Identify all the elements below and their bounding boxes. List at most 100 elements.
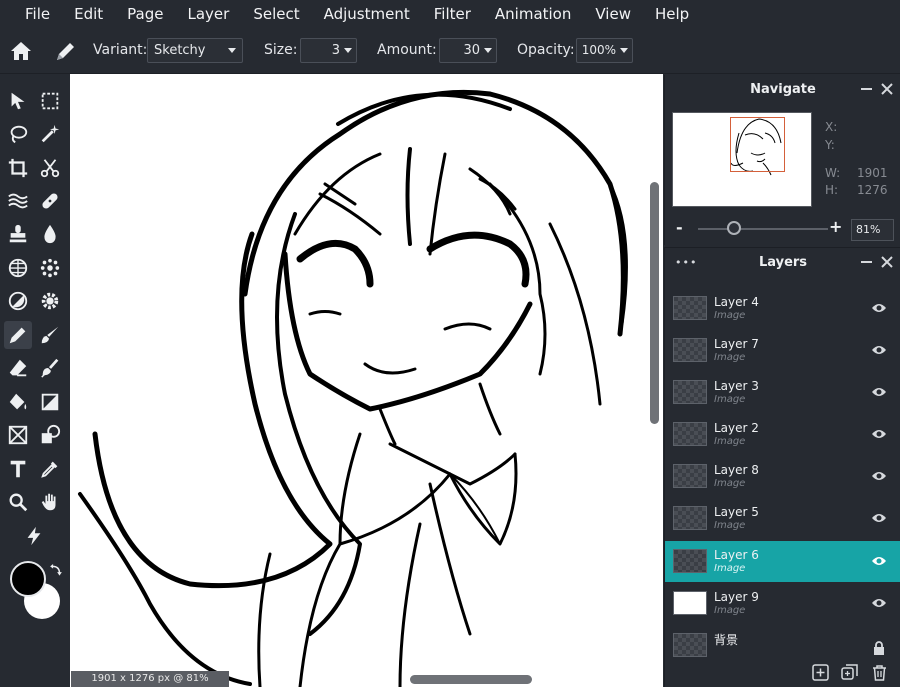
zoom-in-button[interactable]: + <box>829 217 842 236</box>
zoom-slider-handle[interactable] <box>727 221 741 235</box>
gradient-tool[interactable] <box>36 388 64 416</box>
zoom-tool[interactable] <box>4 488 32 516</box>
layer-row[interactable]: Layer 2 Image <box>665 414 900 455</box>
magic-wand-icon <box>41 124 60 143</box>
size-dropdown[interactable]: 3 <box>300 38 357 63</box>
color-picker-tool[interactable] <box>36 455 64 483</box>
close-icon[interactable] <box>881 83 893 95</box>
layer-row[interactable]: Layer 3 Image <box>665 372 900 413</box>
eye-icon[interactable] <box>871 301 887 315</box>
spot-tool[interactable] <box>36 254 64 282</box>
menu-help[interactable]: Help <box>643 0 701 28</box>
chevron-down-icon <box>228 48 236 53</box>
minimize-icon[interactable] <box>861 88 872 90</box>
gradient-icon <box>41 393 59 411</box>
zoom-out-button[interactable]: - <box>676 218 683 237</box>
lasso-tool[interactable] <box>4 120 32 148</box>
amount-label: Amount: <box>377 42 437 58</box>
text-tool[interactable] <box>4 455 32 483</box>
menu-layer[interactable]: Layer <box>176 0 242 28</box>
eye-icon[interactable] <box>871 596 887 610</box>
lock-icon[interactable] <box>871 641 887 655</box>
move-tool[interactable] <box>4 87 32 115</box>
zoom-level-input[interactable]: 81% <box>851 219 894 241</box>
shape-tool[interactable] <box>4 421 32 449</box>
h-label: H: <box>825 183 839 197</box>
swap-colors-icon[interactable] <box>49 564 63 578</box>
magic-wand-tool[interactable] <box>36 120 64 148</box>
layer-thumbnail <box>673 338 707 362</box>
h-value: 1276 <box>857 183 888 197</box>
duplicate-layer-icon[interactable] <box>841 664 858 681</box>
home-icon[interactable] <box>9 39 33 63</box>
sponge-tool[interactable] <box>4 254 32 282</box>
layer-row-selected[interactable]: Layer 6 Image <box>665 541 900 582</box>
layer-name: Layer 5 <box>714 505 759 519</box>
eye-icon[interactable] <box>871 385 887 399</box>
menu-edit[interactable]: Edit <box>62 0 115 28</box>
magic-replace-tool[interactable] <box>20 522 48 550</box>
cut-tool[interactable] <box>36 154 64 182</box>
hand-tool[interactable] <box>36 488 64 516</box>
eye-icon[interactable] <box>871 469 887 483</box>
layer-row[interactable]: Layer 5 Image <box>665 498 900 539</box>
menu-file[interactable]: File <box>0 0 62 28</box>
lasso-icon <box>10 125 28 144</box>
layer-thumbnail <box>673 296 707 320</box>
layer-thumbnail <box>673 549 707 573</box>
canvas[interactable] <box>70 74 663 687</box>
horizontal-scrollbar[interactable] <box>410 675 532 684</box>
eraser-tool[interactable] <box>4 354 32 382</box>
clone-tool[interactable] <box>36 421 64 449</box>
eye-icon[interactable] <box>871 427 887 441</box>
healing-tool[interactable] <box>36 187 64 215</box>
blur-tool[interactable] <box>36 220 64 248</box>
layer-row[interactable]: Layer 4 Image <box>665 288 900 329</box>
foreground-color-swatch[interactable] <box>10 561 46 597</box>
layer-row-background[interactable]: 背景 <box>665 625 900 658</box>
menu-select[interactable]: Select <box>241 0 311 28</box>
magnifier-icon <box>9 493 28 512</box>
opacity-dropdown[interactable]: 100% <box>576 38 633 63</box>
chevron-down-icon <box>484 48 492 53</box>
layer-row[interactable]: Layer 9 Image <box>665 583 900 624</box>
pointer-icon <box>11 92 25 110</box>
add-layer-icon[interactable] <box>812 664 829 681</box>
amount-dropdown[interactable]: 30 <box>439 38 497 63</box>
stamp-tool[interactable] <box>4 220 32 248</box>
crop-tool[interactable] <box>4 154 32 182</box>
eyedropper-icon <box>41 461 58 478</box>
smudge-tool[interactable] <box>36 354 64 382</box>
opacity-label: Opacity: <box>517 42 575 58</box>
menu-animation[interactable]: Animation <box>483 0 583 28</box>
marquee-tool[interactable] <box>36 87 64 115</box>
brush-tool[interactable] <box>36 321 64 349</box>
menu-filter[interactable]: Filter <box>422 0 483 28</box>
navigator-preview[interactable] <box>672 112 812 207</box>
layer-row[interactable]: Layer 7 Image <box>665 330 900 371</box>
layer-row[interactable]: Layer 8 Image <box>665 456 900 497</box>
layer-thumbnail <box>673 464 707 488</box>
eye-icon[interactable] <box>871 554 887 568</box>
minimize-icon[interactable] <box>861 261 872 263</box>
trash-icon[interactable] <box>871 664 888 681</box>
sharpen-tool[interactable] <box>36 287 64 315</box>
menu-adjustment[interactable]: Adjustment <box>312 0 422 28</box>
variant-dropdown[interactable]: Sketchy <box>147 38 243 63</box>
eye-icon[interactable] <box>871 511 887 525</box>
pencil-tool[interactable] <box>4 321 32 349</box>
sketch-drawing <box>78 89 628 687</box>
shapes-icon <box>41 424 61 444</box>
close-icon[interactable] <box>881 256 893 268</box>
eye-icon[interactable] <box>871 343 887 357</box>
dodge-tool[interactable] <box>4 287 32 315</box>
scissors-icon <box>40 159 60 178</box>
vertical-scrollbar[interactable] <box>650 182 659 424</box>
fill-tool[interactable] <box>4 388 32 416</box>
menu-view[interactable]: View <box>583 0 643 28</box>
menu-page[interactable]: Page <box>115 0 175 28</box>
size-value: 3 <box>331 43 340 58</box>
liquify-tool[interactable] <box>4 187 32 215</box>
zoom-slider[interactable] <box>698 228 828 230</box>
viewport-rectangle[interactable] <box>730 117 785 172</box>
